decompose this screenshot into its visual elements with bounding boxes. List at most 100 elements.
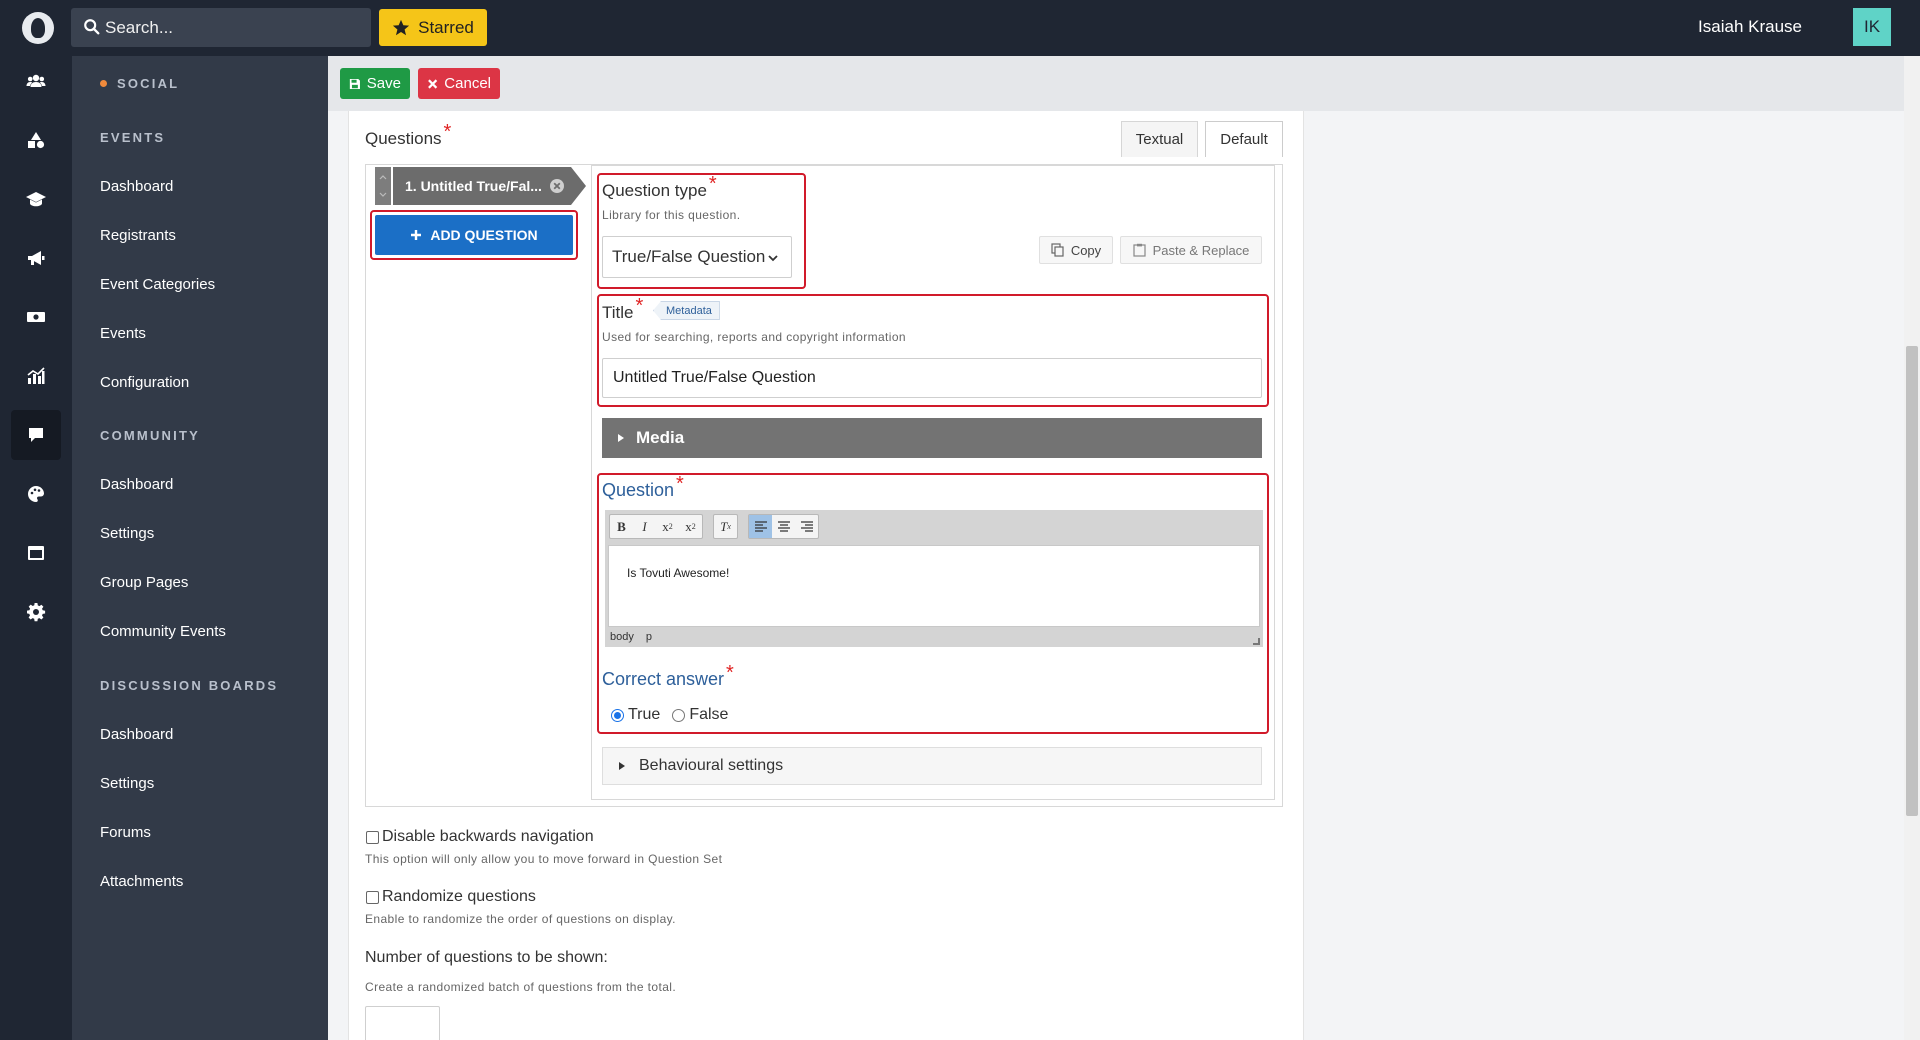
rail-pages[interactable] (11, 528, 61, 578)
app-logo[interactable] (22, 12, 54, 44)
scrollbar-thumb[interactable] (1906, 346, 1918, 816)
sidebar-item-events-dashboard[interactable]: Dashboard (100, 178, 173, 195)
element-path-body[interactable]: body (610, 631, 634, 643)
search-box[interactable] (71, 8, 371, 47)
rte-toolbar: B I x2 x2 Tx (609, 514, 819, 539)
rail-announcements[interactable] (11, 233, 61, 283)
disable-backwards-label[interactable]: Disable backwards navigation (382, 828, 594, 846)
cancel-button[interactable]: Cancel (418, 68, 500, 99)
add-question-label: ADD QUESTION (430, 227, 538, 243)
rail-money[interactable] (11, 292, 61, 342)
radio-true-label[interactable]: True (628, 706, 660, 724)
disable-backwards-checkbox[interactable] (366, 831, 379, 844)
starred-label: Starred (418, 17, 474, 37)
money-icon (27, 312, 45, 322)
italic-button[interactable]: I (633, 515, 656, 538)
media-label: Media (636, 428, 685, 447)
floppy-disk-icon (349, 78, 360, 89)
caret-right-icon (618, 434, 624, 442)
behavioural-settings-toggle[interactable]: Behavioural settings (602, 747, 1262, 785)
resize-handle[interactable] (1253, 638, 1260, 645)
remove-circle-icon[interactable] (549, 178, 565, 194)
num-questions-input[interactable] (365, 1006, 440, 1040)
rail-users[interactable] (11, 56, 61, 106)
save-label: Save (366, 75, 401, 92)
rail-reports[interactable] (11, 351, 61, 401)
sidebar-heading-events: EVENTS (100, 130, 166, 145)
sidebar: SOCIAL EVENTS Dashboard Registrants Even… (72, 56, 328, 1040)
plus-icon (411, 230, 422, 240)
chat-icon (29, 428, 43, 442)
chevron-down-icon (768, 255, 778, 262)
sidebar-item-community-events[interactable]: Community Events (100, 623, 226, 640)
align-center-button[interactable] (772, 515, 795, 538)
align-right-button[interactable] (795, 515, 818, 538)
title-label: Title * (602, 295, 644, 322)
cancel-label: Cancel (444, 75, 491, 92)
search-input[interactable] (105, 8, 365, 47)
sidebar-item-configuration[interactable]: Configuration (100, 374, 189, 391)
star-icon (393, 19, 410, 35)
rich-text-editor: B I x2 x2 Tx Is Tovuti Awesome! body p (605, 510, 1263, 647)
tab-textual[interactable]: Textual (1121, 121, 1198, 157)
sidebar-item-group-pages[interactable]: Group Pages (100, 574, 188, 591)
randomize-checkbox[interactable] (366, 891, 379, 904)
superscript-button[interactable]: x2 (679, 515, 702, 538)
chevron-up-icon (379, 175, 387, 180)
radio-false[interactable] (672, 708, 686, 722)
sidebar-item-event-categories[interactable]: Event Categories (100, 276, 215, 293)
sidebar-item-boards-settings[interactable]: Settings (100, 775, 154, 792)
question-list-item[interactable]: 1. Untitled True/Fal... (375, 167, 586, 205)
sidebar-item-forums[interactable]: Forums (100, 824, 151, 841)
question-list-item-body[interactable]: 1. Untitled True/Fal... (393, 167, 586, 205)
radio-false-label[interactable]: False (689, 706, 728, 724)
correct-answer-label: Correct answer * (602, 662, 734, 689)
align-left-button[interactable] (749, 515, 772, 538)
subscript-button[interactable]: x2 (656, 515, 679, 538)
question-type-hint: Library for this question. (602, 208, 741, 222)
sidebar-item-events[interactable]: Events (100, 325, 146, 342)
media-section-toggle[interactable]: Media (602, 418, 1262, 458)
num-questions-label: Number of questions to be shown: (365, 949, 608, 966)
rail-shapes[interactable] (11, 115, 61, 165)
questions-label: Questions * (365, 121, 452, 148)
rte-align-group (748, 514, 819, 539)
rte-format-group: B I x2 x2 (609, 514, 703, 539)
sidebar-item-registrants[interactable]: Registrants (100, 227, 176, 244)
user-name[interactable]: Isaiah Krause (1698, 17, 1802, 37)
sidebar-item-community-dashboard[interactable]: Dashboard (100, 476, 173, 493)
users-icon (26, 74, 46, 87)
avatar[interactable]: IK (1853, 8, 1891, 46)
starred-button[interactable]: Starred (379, 9, 487, 46)
rail-courses[interactable] (11, 174, 61, 224)
gear-icon (27, 603, 46, 622)
tab-default[interactable]: Default (1205, 121, 1283, 157)
rail-social[interactable] (11, 410, 61, 460)
question-label: Question * (602, 473, 684, 500)
clear-format-button[interactable]: Tx (714, 515, 737, 538)
paste-replace-button[interactable]: Paste & Replace (1120, 236, 1262, 264)
title-input[interactable] (602, 358, 1262, 398)
reorder-handle[interactable] (375, 167, 391, 205)
element-path-p[interactable]: p (646, 631, 652, 643)
rail-design[interactable] (11, 469, 61, 519)
sidebar-item-attachments[interactable]: Attachments (100, 873, 183, 890)
paste-replace-label: Paste & Replace (1152, 242, 1250, 258)
copy-button[interactable]: Copy (1039, 236, 1113, 264)
rail-settings[interactable] (11, 587, 61, 637)
question-text-area[interactable]: Is Tovuti Awesome! (608, 545, 1260, 627)
radio-true[interactable] (611, 708, 624, 722)
save-button[interactable]: Save (340, 68, 410, 99)
question-type-select[interactable]: True/False Question (602, 236, 792, 278)
question-type-value: True/False Question (612, 247, 766, 266)
add-question-button[interactable]: ADD QUESTION (375, 215, 573, 255)
sidebar-item-boards-dashboard[interactable]: Dashboard (100, 726, 173, 743)
sidebar-item-community-settings[interactable]: Settings (100, 525, 154, 542)
sidebar-heading-social[interactable]: SOCIAL (100, 76, 179, 91)
randomize-hint: Enable to randomize the order of questio… (365, 912, 676, 926)
element-path: body p (610, 631, 652, 643)
caret-right-icon (619, 762, 625, 770)
randomize-label[interactable]: Randomize questions (382, 888, 536, 906)
bold-button[interactable]: B (610, 515, 633, 538)
title-hint: Used for searching, reports and copyrigh… (602, 330, 907, 344)
